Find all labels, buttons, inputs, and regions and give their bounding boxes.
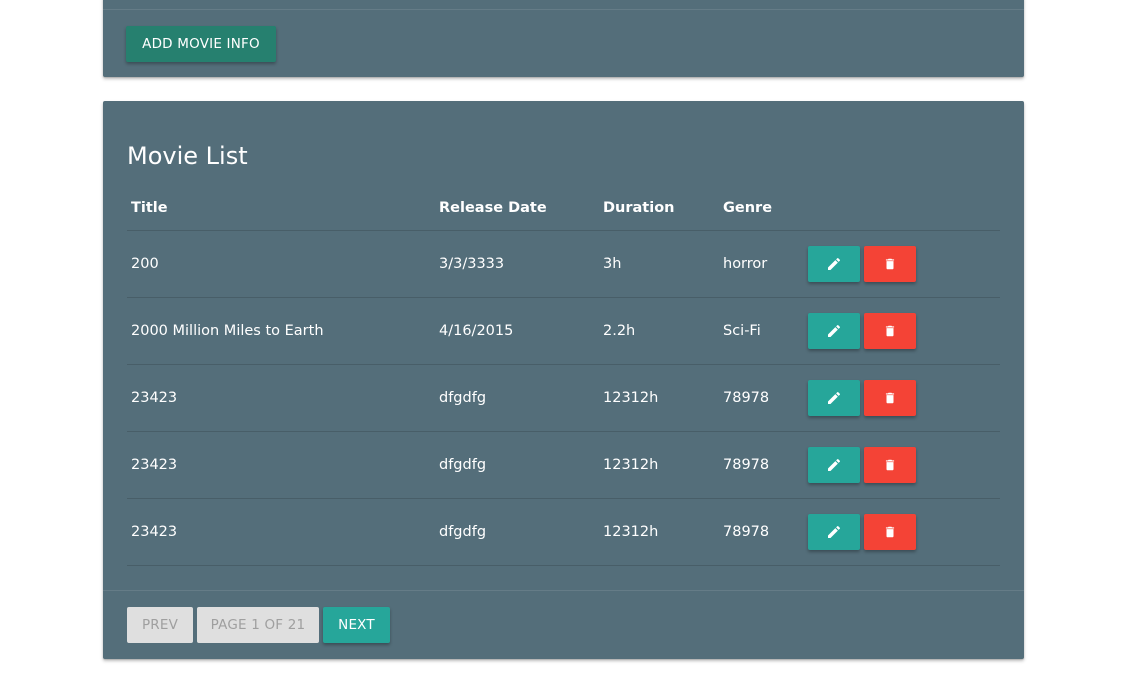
column-header-title: Title <box>127 186 435 231</box>
table-row: 23423 dfgdfg 12312h 78978 <box>127 431 1000 499</box>
cell-title: 23423 <box>127 364 435 432</box>
row-actions <box>808 514 1000 550</box>
delete-button[interactable] <box>864 313 916 349</box>
add-movie-card: ADD MOVIE INFO <box>103 0 1024 77</box>
row-actions <box>808 380 1000 416</box>
pencil-icon <box>826 457 842 473</box>
row-actions <box>808 313 1000 349</box>
cell-title: 23423 <box>127 498 435 566</box>
cell-duration: 12312h <box>599 498 719 566</box>
cell-title: 200 <box>127 230 435 298</box>
table-row: 23423 dfgdfg 12312h 78978 <box>127 498 1000 566</box>
cell-actions <box>804 230 1000 298</box>
next-page-button[interactable]: NEXT <box>323 607 390 643</box>
column-header-release-date: Release Date <box>435 186 599 231</box>
edit-button[interactable] <box>808 380 860 416</box>
pencil-icon <box>826 524 842 540</box>
cell-actions <box>804 297 1000 365</box>
edit-button[interactable] <box>808 246 860 282</box>
pencil-icon <box>826 323 842 339</box>
cell-actions <box>804 498 1000 566</box>
cell-genre: horror <box>719 230 804 298</box>
cell-genre: 78978 <box>719 498 804 566</box>
page-indicator: PAGE 1 OF 21 <box>197 607 319 643</box>
column-header-duration: Duration <box>599 186 719 231</box>
trash-icon <box>883 390 897 406</box>
prev-page-button[interactable]: PREV <box>127 607 193 643</box>
cell-release-date: 4/16/2015 <box>435 297 599 365</box>
add-movie-info-button[interactable]: ADD MOVIE INFO <box>126 26 276 62</box>
pencil-icon <box>826 256 842 272</box>
trash-icon <box>883 256 897 272</box>
movie-list-card: Movie List Title Release Date Duration G… <box>103 101 1024 659</box>
row-actions <box>808 246 1000 282</box>
column-header-genre: Genre <box>719 186 804 231</box>
delete-button[interactable] <box>864 514 916 550</box>
cell-genre: Sci-Fi <box>719 297 804 365</box>
movie-table: Title Release Date Duration Genre 200 3/3… <box>127 186 1000 566</box>
table-row: 200 3/3/3333 3h horror <box>127 230 1000 298</box>
cell-genre: 78978 <box>719 431 804 499</box>
cell-duration: 12312h <box>599 364 719 432</box>
cell-duration: 3h <box>599 230 719 298</box>
row-actions <box>808 447 1000 483</box>
cell-duration: 12312h <box>599 431 719 499</box>
trash-icon <box>883 323 897 339</box>
cell-genre: 78978 <box>719 364 804 432</box>
cell-release-date: dfgdfg <box>435 498 599 566</box>
cell-title: 23423 <box>127 431 435 499</box>
edit-button[interactable] <box>808 313 860 349</box>
trash-icon <box>883 524 897 540</box>
edit-button[interactable] <box>808 514 860 550</box>
movie-list-title: Movie List <box>127 142 248 170</box>
table-row: 23423 dfgdfg 12312h 78978 <box>127 364 1000 432</box>
delete-button[interactable] <box>864 447 916 483</box>
table-header-row: Title Release Date Duration Genre <box>127 186 1000 231</box>
cell-release-date: dfgdfg <box>435 364 599 432</box>
cell-title: 2000 Million Miles to Earth <box>127 297 435 365</box>
delete-button[interactable] <box>864 380 916 416</box>
cell-duration: 2.2h <box>599 297 719 365</box>
table-row: 2000 Million Miles to Earth 4/16/2015 2.2h… <box>127 297 1000 365</box>
cell-actions <box>804 431 1000 499</box>
card-footer-divider <box>103 590 1024 591</box>
cell-release-date: 3/3/3333 <box>435 230 599 298</box>
card-divider <box>103 9 1024 10</box>
column-header-actions <box>804 186 1000 231</box>
trash-icon <box>883 457 897 473</box>
delete-button[interactable] <box>864 246 916 282</box>
edit-button[interactable] <box>808 447 860 483</box>
cell-release-date: dfgdfg <box>435 431 599 499</box>
pencil-icon <box>826 390 842 406</box>
cell-actions <box>804 364 1000 432</box>
